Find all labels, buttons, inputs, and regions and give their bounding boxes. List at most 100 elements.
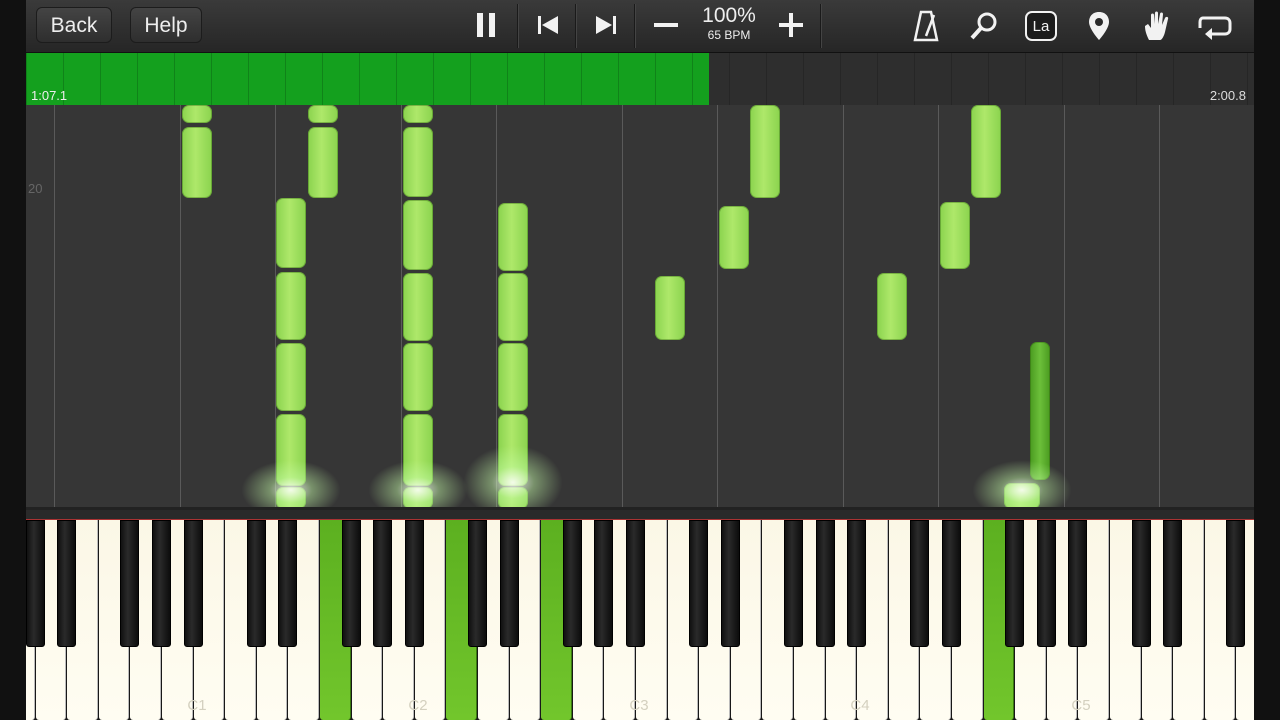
black-key[interactable] [1068,520,1088,647]
octave-label: C4 [850,697,870,714]
grid-line [180,105,181,510]
falling-note [1030,342,1050,480]
falling-note [403,200,433,270]
grid-line [1064,105,1065,510]
black-key[interactable] [1163,520,1183,647]
grid-line [54,105,55,510]
falling-note [498,273,528,341]
black-key[interactable] [1005,520,1025,647]
black-key[interactable] [815,520,835,647]
speed-percent: 100% [702,4,756,27]
note-labels-icon[interactable]: La [1022,6,1060,46]
back-button[interactable]: Back [36,7,112,43]
black-key[interactable] [1131,520,1151,647]
plus-icon[interactable] [772,6,810,46]
falling-note [971,105,1001,198]
black-key[interactable] [594,520,614,647]
black-key[interactable] [847,520,867,647]
black-key[interactable] [26,520,45,647]
black-key[interactable] [183,520,203,647]
falling-note [276,272,306,340]
tempo-bpm: 65 BPM [707,28,751,42]
falling-note [182,127,212,198]
grid-line [622,105,623,510]
grid-line [1159,105,1160,510]
key-hit-glow [972,460,1072,510]
black-key[interactable] [626,520,645,647]
toolbar-divider [820,4,821,48]
help-button[interactable]: Help [130,7,202,43]
black-key[interactable] [910,520,930,647]
measure-number: 20 [28,181,43,196]
black-key[interactable] [1226,520,1246,647]
grid-line [938,105,939,510]
skip-back-icon[interactable] [529,6,567,46]
octave-label: C5 [1071,697,1091,714]
falling-note [182,105,212,123]
toolbar-divider [575,4,576,48]
black-key[interactable] [57,520,77,647]
synthesia-app: Back Help 100% 65 BPM La 1:07.1 2:00.8 2… [0,0,1280,720]
falling-note [719,206,749,269]
speed-readout: 100% 65 BPM [694,4,764,42]
minus-icon[interactable] [647,6,685,46]
keyboard-felt [26,510,1254,520]
octave-label: C2 [408,697,428,714]
black-key[interactable] [404,520,424,647]
loop-icon[interactable] [1196,6,1234,46]
magnifier-icon[interactable] [965,6,1003,46]
falling-note [276,198,306,268]
black-key[interactable] [246,520,266,647]
black-key[interactable] [499,520,519,647]
falling-notes-area: 20 [26,105,1254,510]
falling-note [498,343,528,411]
left-margin [0,0,26,720]
toolbar: Back Help 100% 65 BPM La [26,0,1254,53]
grid-line [717,105,718,510]
total-time: 2:00.8 [1209,88,1246,103]
falling-note [276,343,306,411]
pause-icon[interactable] [467,6,505,46]
falling-note [750,105,780,198]
key-hit-glow [463,445,563,510]
black-key[interactable] [784,520,803,647]
piano-keyboard: C1 C2 C3 C4 C5 [26,510,1254,720]
toolbar-divider [517,4,518,48]
song-progress-bar[interactable]: 1:07.1 2:00.8 [26,53,1254,105]
falling-note [940,202,970,269]
falling-note [403,273,433,341]
falling-note [403,127,433,197]
black-key[interactable] [341,520,361,647]
skip-forward-icon[interactable] [587,6,625,46]
falling-note [403,105,433,123]
falling-note [655,276,685,340]
falling-note [498,203,528,271]
falling-note [877,273,907,340]
falling-note [403,343,433,411]
octave-label: C1 [187,697,207,714]
black-key[interactable] [278,520,298,647]
toolbar-divider [634,4,635,48]
note-labels-badge: La [1032,18,1050,35]
black-key[interactable] [152,520,171,647]
falling-note [308,127,338,198]
progress-ticks [26,53,1254,105]
octave-label: C3 [629,697,649,714]
black-key[interactable] [562,520,582,647]
location-pin-icon[interactable] [1080,6,1118,46]
black-key[interactable] [1036,520,1056,647]
grid-line [401,105,402,510]
black-key[interactable] [373,520,393,647]
right-margin [1254,0,1280,720]
black-key[interactable] [942,520,961,647]
black-key[interactable] [468,520,487,647]
key-hit-glow [241,460,341,510]
grid-line [843,105,844,510]
black-key[interactable] [720,520,740,647]
key-hit-glow [368,460,468,510]
black-key[interactable] [120,520,140,647]
falling-note [308,105,338,123]
metronome-icon[interactable] [907,6,945,46]
black-key[interactable] [689,520,709,647]
hand-icon[interactable] [1138,6,1176,46]
